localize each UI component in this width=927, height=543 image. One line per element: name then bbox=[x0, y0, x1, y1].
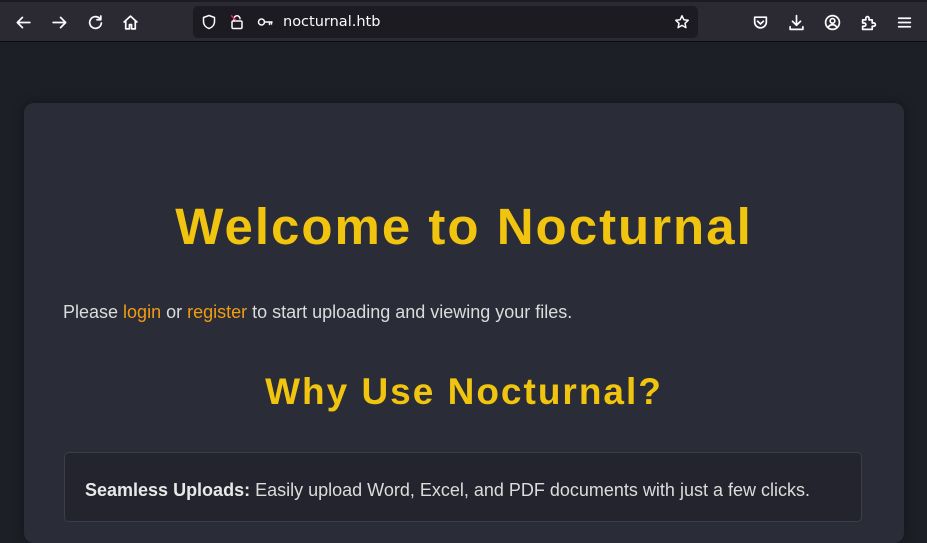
home-icon bbox=[122, 14, 138, 30]
page-content: Welcome to Nocturnal Please login or reg… bbox=[0, 42, 927, 543]
reload-icon bbox=[88, 14, 102, 29]
menu-button[interactable] bbox=[890, 8, 918, 36]
pocket-icon bbox=[753, 15, 767, 29]
intro-prefix: Please bbox=[63, 302, 124, 322]
section-title: Why Use Nocturnal? bbox=[265, 371, 663, 412]
browser-toolbar: nocturnal.htb bbox=[0, 0, 927, 42]
intro-text: Please login or register to start upload… bbox=[63, 302, 572, 323]
feature-text: Seamless Uploads: Easily upload Word, Ex… bbox=[85, 480, 810, 501]
back-button[interactable] bbox=[9, 8, 37, 36]
key-icon[interactable] bbox=[256, 13, 274, 31]
account-icon bbox=[824, 14, 840, 30]
register-link[interactable]: register bbox=[187, 302, 247, 322]
reload-button[interactable] bbox=[81, 8, 109, 36]
forward-icon bbox=[51, 16, 67, 28]
download-icon bbox=[788, 14, 804, 30]
feature-heading: Seamless Uploads: bbox=[85, 480, 251, 500]
main-card: Welcome to Nocturnal Please login or reg… bbox=[24, 103, 904, 543]
page-title: Welcome to Nocturnal bbox=[175, 198, 753, 255]
star-icon[interactable] bbox=[673, 13, 691, 31]
downloads-button[interactable] bbox=[782, 8, 810, 36]
shield-icon[interactable] bbox=[200, 13, 218, 31]
home-button[interactable] bbox=[116, 8, 144, 36]
toolbar-top-edge bbox=[0, 0, 927, 2]
menu-icon bbox=[897, 16, 911, 28]
extensions-icon bbox=[861, 15, 876, 30]
pocket-button[interactable] bbox=[746, 8, 774, 36]
extensions-button[interactable] bbox=[854, 8, 882, 36]
account-button[interactable] bbox=[818, 8, 846, 36]
feature-description: Easily upload Word, Excel, and PDF docum… bbox=[250, 480, 810, 500]
login-link[interactable]: login bbox=[123, 302, 161, 322]
intro-suffix: to start uploading and viewing your file… bbox=[247, 302, 573, 322]
forward-button[interactable] bbox=[45, 8, 73, 36]
intro-middle: or bbox=[161, 302, 188, 322]
url-text[interactable]: nocturnal.htb bbox=[283, 13, 380, 31]
back-icon bbox=[15, 16, 31, 28]
url-bar[interactable]: nocturnal.htb bbox=[193, 6, 698, 38]
lock-insecure-icon[interactable] bbox=[228, 13, 246, 31]
feature-card: Seamless Uploads: Easily upload Word, Ex… bbox=[64, 452, 862, 522]
